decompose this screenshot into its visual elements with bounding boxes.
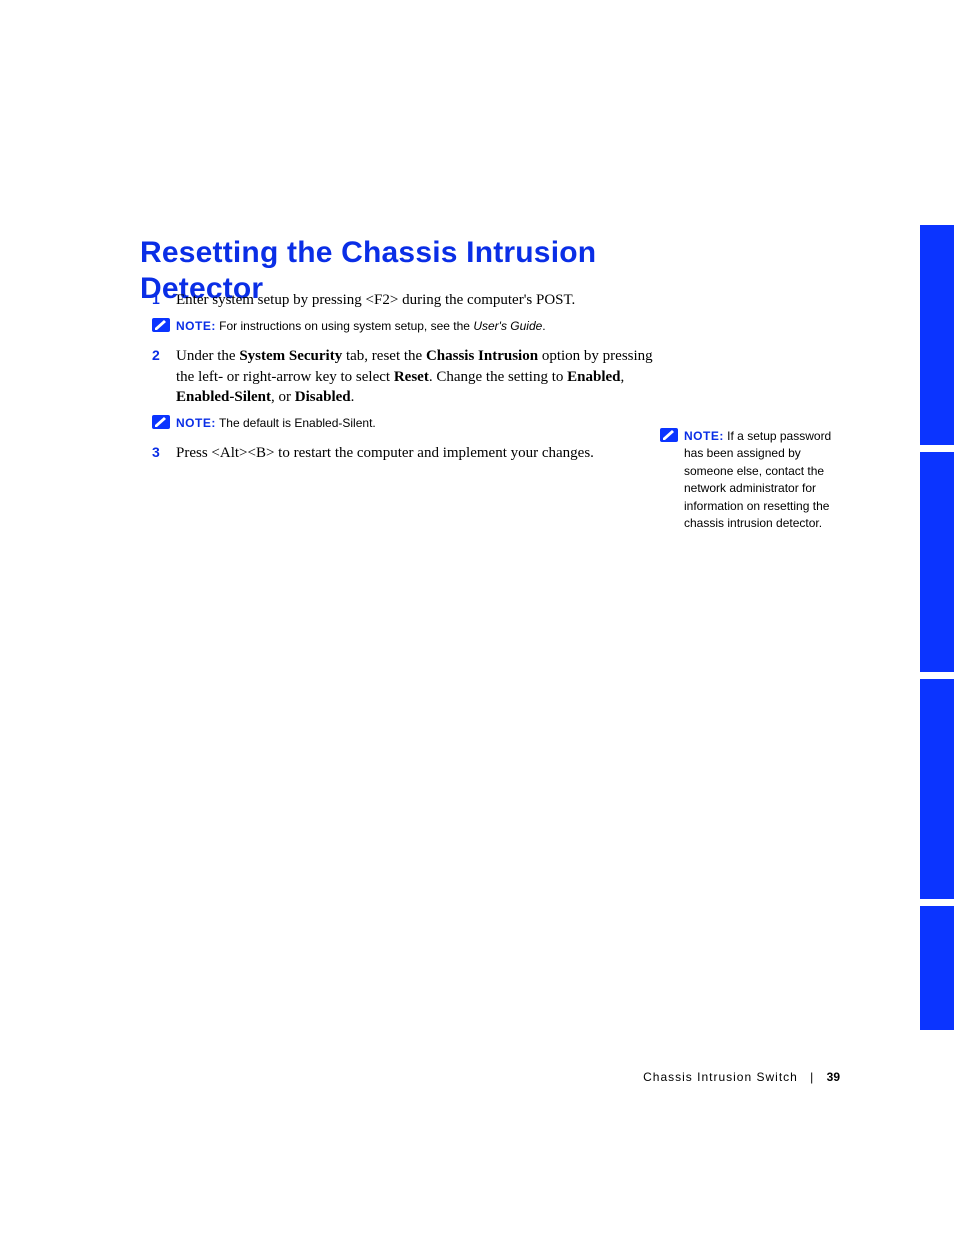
note-text: The default is — [216, 416, 295, 430]
edge-tab — [920, 225, 954, 445]
margin-note: NOTE: If a setup password has been assig… — [684, 428, 844, 532]
body-column: 1 Enter system setup by pressing <F2> du… — [140, 290, 660, 471]
note-reference: User's Guide — [473, 319, 542, 333]
note-label: NOTE: — [176, 416, 216, 430]
note-text: For instructions on using system setup, … — [216, 319, 473, 333]
edge-tab — [920, 452, 954, 672]
step-text: Under the System Security tab, reset the… — [176, 348, 653, 405]
pencil-icon — [152, 415, 170, 431]
step-number: 3 — [152, 443, 160, 462]
note-text: If a setup password has been assigned by… — [684, 429, 831, 530]
pencil-icon — [152, 318, 170, 334]
document-page: Resetting the Chassis Intrusion Detector… — [0, 0, 954, 1235]
note-reference: Enabled-Silent — [294, 416, 372, 430]
edge-tab — [920, 679, 954, 899]
step-1: 1 Enter system setup by pressing <F2> du… — [140, 290, 660, 310]
inline-note: NOTE: For instructions on using system s… — [140, 318, 660, 336]
note-text-after: . — [372, 416, 375, 430]
edge-tab — [920, 906, 954, 1030]
note-text-after: . — [542, 319, 545, 333]
inline-note: NOTE: The default is Enabled-Silent. — [140, 415, 660, 433]
step-number: 2 — [152, 346, 160, 365]
note-label: NOTE: — [684, 429, 724, 443]
page-number: 39 — [827, 1070, 840, 1084]
step-text: Press <Alt><B> to restart the computer a… — [176, 445, 594, 461]
footer-section: Chassis Intrusion Switch — [643, 1070, 798, 1084]
step-text: Enter system setup by pressing <F2> duri… — [176, 292, 575, 308]
note-label: NOTE: — [176, 319, 216, 333]
page-footer: Chassis Intrusion Switch | 39 — [0, 1070, 840, 1084]
footer-separator: | — [810, 1070, 814, 1084]
step-number: 1 — [152, 290, 160, 309]
step-2: 2 Under the System Security tab, reset t… — [140, 346, 660, 407]
step-3: 3 Press <Alt><B> to restart the computer… — [140, 443, 616, 463]
pencil-icon — [660, 428, 678, 445]
